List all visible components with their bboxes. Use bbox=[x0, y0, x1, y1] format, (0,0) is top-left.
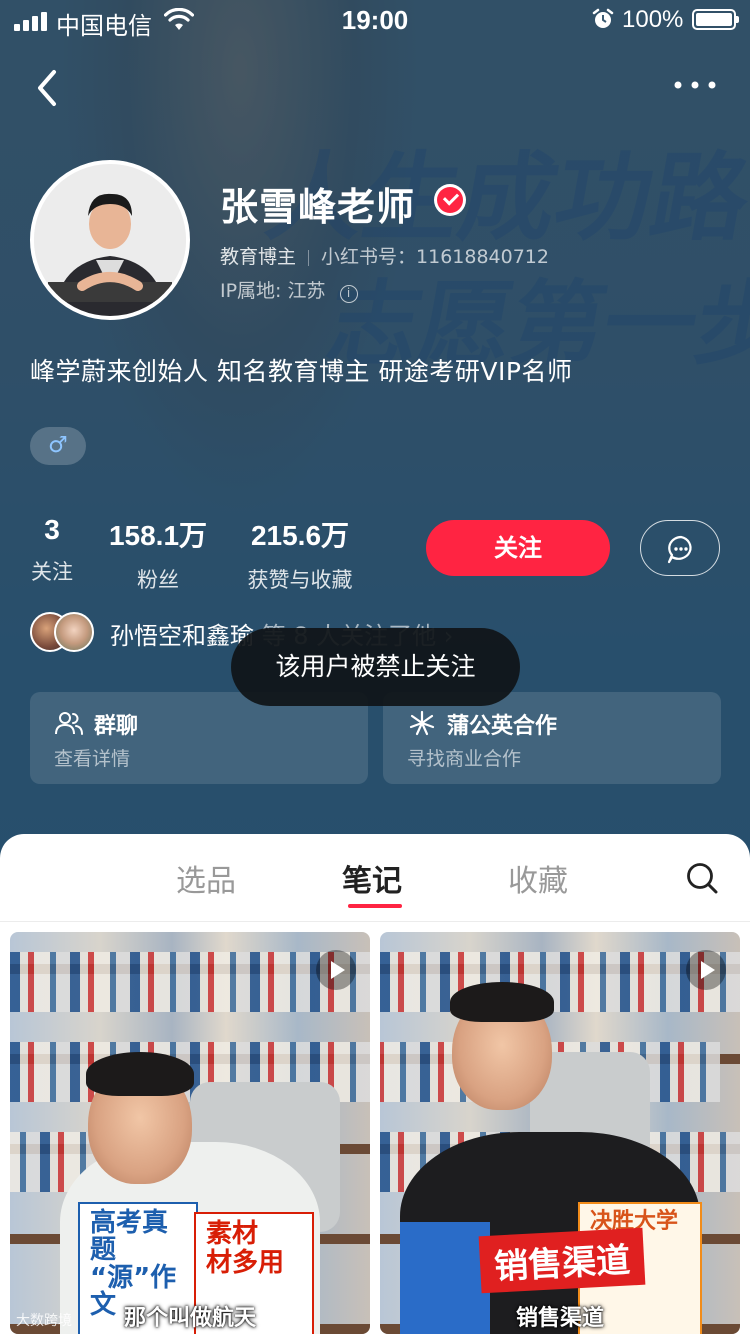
toast-message: 该用户被禁止关注 bbox=[231, 628, 520, 706]
video-caption: 销售渠道 bbox=[515, 1306, 604, 1331]
tab-notes[interactable]: 笔记 bbox=[342, 856, 402, 900]
chat-bubble-icon bbox=[667, 535, 692, 564]
content-sheet: 选品 笔记 收藏 高考真题 “源”作文 素材 材多用 那个叫做航天 大数跨境 决… bbox=[0, 834, 750, 1334]
profile-bio: 峰学蔚来创始人 知名教育博主 研途考研VIP名师 bbox=[30, 357, 573, 386]
cover-title: 素材 bbox=[206, 1219, 259, 1249]
info-icon[interactable]: i bbox=[339, 285, 358, 303]
person-hair bbox=[86, 1052, 194, 1096]
avatar-photo bbox=[34, 164, 186, 316]
more-options-icon[interactable] bbox=[672, 70, 718, 100]
mutual-followers-names: 孙悟空和鑫瑜 bbox=[110, 622, 254, 650]
battery-percent: 100% bbox=[622, 6, 684, 33]
group-icon bbox=[55, 712, 83, 735]
profile-id[interactable]: 小红书号：11618840712 bbox=[321, 246, 549, 268]
battery-icon bbox=[692, 9, 739, 30]
cover-title: 材多用 bbox=[206, 1247, 285, 1278]
dandelion-icon bbox=[409, 710, 435, 736]
note-card[interactable]: 决胜大学 销售渠道 销售渠道 bbox=[380, 932, 740, 1334]
bookshelf-decor bbox=[380, 952, 740, 1012]
verified-badge-icon bbox=[434, 184, 466, 216]
stat-likes-collects[interactable]: 215.6万 获赞与收藏 bbox=[236, 514, 364, 594]
back-arrow-icon[interactable] bbox=[30, 66, 70, 110]
ip-location: IP属地: 江苏 i bbox=[220, 276, 358, 303]
stat-label: 获赞与收藏 bbox=[247, 568, 353, 592]
tab-products[interactable]: 选品 bbox=[176, 856, 236, 900]
stat-label: 关注 bbox=[31, 560, 73, 584]
active-tab-indicator bbox=[348, 904, 402, 908]
profile-meta: 教育博主 小红书号：11618840712 bbox=[220, 242, 549, 269]
stat-fans[interactable]: 158.1万 粉丝 bbox=[102, 514, 214, 594]
stat-following[interactable]: 3 关注 bbox=[22, 514, 82, 586]
stat-value: 158.1万 bbox=[108, 520, 208, 551]
cover-title: 高考真题 bbox=[90, 1208, 169, 1266]
note-card[interactable]: 高考真题 “源”作文 素材 材多用 那个叫做航天 大数跨境 bbox=[10, 932, 370, 1334]
avatar[interactable] bbox=[30, 160, 190, 320]
card-title: 群聊 bbox=[94, 714, 139, 739]
person-hair bbox=[450, 982, 554, 1022]
profile-name: 张雪峰老师 bbox=[220, 185, 416, 229]
follower-avatar bbox=[54, 612, 94, 652]
ip-location-text: IP属地: 江苏 bbox=[220, 280, 326, 302]
video-play-icon bbox=[686, 950, 726, 990]
status-bar: 中国电信 19:00 100% bbox=[0, 0, 750, 40]
profile-header: 人生成功路 志愿第一步 中国电信 19:00 100% 张雪峰老师 教育博主 小… bbox=[0, 0, 750, 870]
message-button[interactable] bbox=[640, 520, 720, 576]
card-title: 蒲公英合作 bbox=[447, 714, 558, 739]
sales-banner: 销售渠道 bbox=[478, 1227, 646, 1294]
alarm-icon bbox=[592, 8, 614, 28]
stat-value: 3 bbox=[44, 514, 60, 545]
card-subtitle: 查看详情 bbox=[54, 748, 131, 770]
gender-male-icon: ♂ bbox=[30, 427, 86, 465]
tab-collections[interactable]: 收藏 bbox=[508, 856, 568, 900]
stat-label: 粉丝 bbox=[137, 568, 179, 592]
search-icon[interactable] bbox=[684, 860, 720, 896]
watermark-logo: 大数跨境 bbox=[16, 1313, 72, 1329]
video-play-icon bbox=[316, 950, 356, 990]
bookshelf-decor bbox=[10, 952, 370, 1012]
card-subtitle: 寻找商业合作 bbox=[407, 748, 522, 770]
tab-bar: 选品 笔记 收藏 bbox=[0, 834, 750, 922]
follow-button[interactable]: 关注 bbox=[426, 520, 610, 576]
stat-value: 215.6万 bbox=[250, 520, 350, 551]
profile-role: 教育博主 bbox=[220, 246, 297, 268]
